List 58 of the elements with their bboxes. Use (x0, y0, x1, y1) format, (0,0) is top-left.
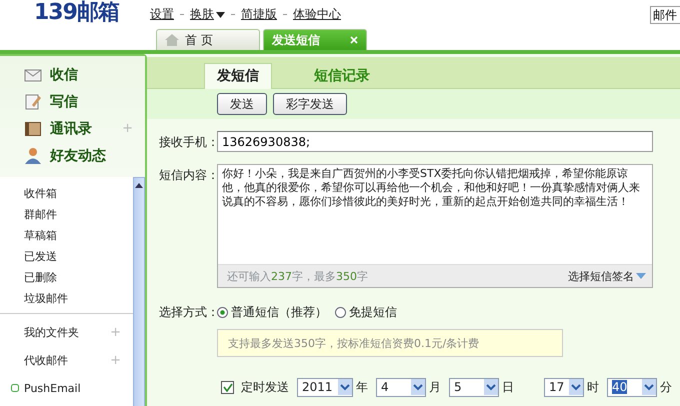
field-label: 短信内容： (159, 167, 215, 184)
radio-button[interactable] (335, 307, 346, 318)
tooltip: 支持最多发送350字，按标准短信资费0.1元/条计费 (217, 329, 563, 357)
pencil-icon (24, 92, 42, 110)
char-counter: 还可输入237字，最多350字 (227, 268, 368, 284)
close-icon (350, 36, 358, 44)
select-field[interactable]: 5 (449, 378, 499, 396)
radio-option[interactable]: 免提短信 (335, 304, 397, 321)
home-icon (165, 34, 179, 46)
unit-label: 时 (587, 378, 599, 396)
select-field[interactable]: 17 (544, 378, 584, 396)
logo: 139邮箱 (33, 0, 120, 26)
square-icon (11, 384, 19, 392)
menu-link[interactable]: 设置 (150, 6, 174, 23)
checkbox[interactable] (221, 380, 234, 394)
unit-label: 年 (356, 378, 368, 396)
check-icon (222, 382, 232, 392)
signature-dropdown[interactable]: 选择短信签名 (568, 268, 646, 284)
search-field[interactable]: 邮件 (650, 6, 680, 24)
field-label: 接收手机： (159, 134, 215, 151)
caret-icon (636, 273, 646, 279)
checkbox-label: 定时发送 (241, 378, 289, 396)
folder-item[interactable]: 草稿箱 (0, 225, 133, 246)
tab[interactable]: 首 页 (156, 29, 260, 50)
send-button[interactable]: 发送 (217, 93, 267, 115)
select-field[interactable]: 4 (376, 378, 426, 396)
menu-link[interactable]: 简捷版 (241, 6, 277, 23)
tab[interactable]: 发短信 (204, 63, 272, 89)
sidebar-item[interactable]: 好友动态 (50, 146, 106, 164)
sidebar-item[interactable]: 通讯录 (50, 120, 92, 138)
sidebar-item[interactable]: 代收邮件 (24, 352, 68, 368)
select-field[interactable]: 2011 (297, 378, 353, 396)
folder-item[interactable]: 已删除 (0, 267, 133, 288)
sidebar-item[interactable]: 写信 (50, 92, 78, 110)
folder-item[interactable]: 群邮件 (0, 204, 133, 225)
menu-link[interactable]: 换肤 (190, 6, 225, 23)
person-icon (24, 146, 42, 164)
send-button[interactable]: 彩字发送 (273, 93, 347, 115)
folder-item[interactable]: 垃圾邮件 (0, 288, 133, 309)
folder-item[interactable]: 已发送 (0, 246, 133, 267)
scrollbar[interactable] (133, 177, 145, 406)
menu-link[interactable]: 体验中心 (293, 6, 341, 23)
up-arrow-icon (135, 183, 143, 188)
folder-item[interactable]: 收件箱 (0, 183, 133, 204)
unit-label: 日 (502, 378, 514, 396)
book-icon (24, 120, 42, 138)
radio-button[interactable] (217, 307, 228, 318)
sidebar-item[interactable]: PushEmail (24, 382, 81, 394)
select-field[interactable]: 40 (607, 378, 657, 396)
caret-icon (216, 12, 225, 18)
unit-label: 月 (429, 378, 441, 396)
phone-field[interactable]: 13626930838; (217, 131, 653, 152)
unit-label: 分 (660, 378, 672, 396)
radio-option[interactable]: 普通短信（推荐） (217, 304, 327, 321)
field-label: 选择方式： (159, 304, 215, 321)
sidebar-item[interactable]: 收信 (50, 66, 78, 84)
sidebar-item[interactable]: 我的文件夹 (24, 324, 79, 340)
message-field[interactable]: 你好！小朵，我是来自广西贺州的小李受STX委托向你认错把烟戒掉，希望你能原谅他，他真的很爱你，希望你可以再给他一个机会，和他和好吧！一份真挚感情对俩人来说真的不容易，愿你们珍惜彼此的美好时光，重新的起点开始创造共同的幸福生活！ (218, 165, 652, 264)
